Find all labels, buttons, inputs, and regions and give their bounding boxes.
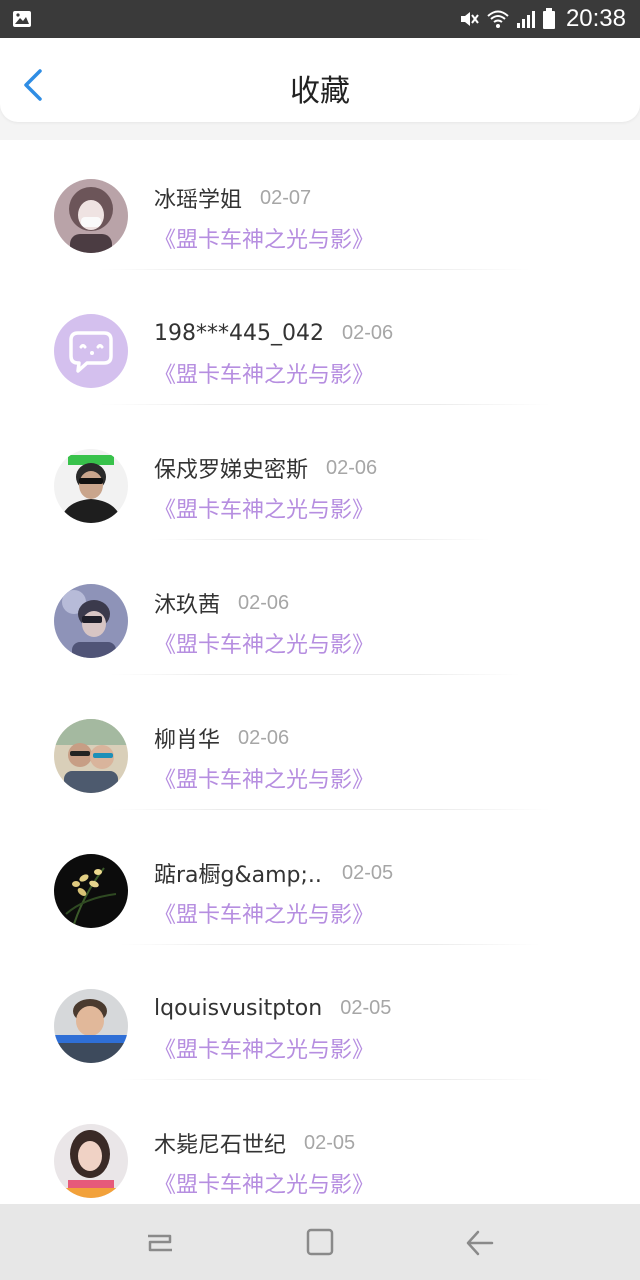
divider [120,1079,550,1080]
back-icon[interactable] [460,1226,500,1260]
avatar[interactable] [54,1124,128,1198]
avatar[interactable] [54,854,128,928]
list-item[interactable]: 保戍罗娣史密斯 02-06 《盟卡车神之光与影》 [0,410,640,545]
divider [110,674,520,675]
gallery-notification-icon [13,11,31,27]
favorite-date: 02-06 [342,321,394,344]
favorite-date: 02-06 [326,456,378,479]
avatar-man-photo [54,989,128,1063]
user-name: 198***445_042... [154,320,324,346]
user-name: 沐玖茜 [154,593,221,618]
favorite-title-link[interactable]: 《盟卡车神之光与影》 [154,492,374,524]
favorite-title-link[interactable]: 《盟卡车神之光与影》 [154,357,374,389]
avatar-girl-photo [54,179,128,253]
avatar-boy-photo [54,584,128,658]
favorite-title-link[interactable]: 《盟卡车神之光与影》 [154,762,374,794]
battery-icon [542,8,555,29]
user-name: lqouisvusitpton [154,995,323,1021]
mute-icon [460,12,479,26]
avatar-man-sunglasses [54,449,128,523]
status-time: 20:38 [565,5,626,32]
favorite-date: 02-05 [340,996,392,1019]
recent-apps-icon[interactable] [140,1226,180,1260]
favorite-title-link[interactable]: 《盟卡车神之光与影》 [154,897,374,929]
divider [100,404,550,405]
list-item[interactable]: 198***445_042... 02-06 《盟卡车神之光与影》 [0,275,640,410]
avatar-orchid-flower [54,854,128,928]
favorites-list: 冰瑶学姐 02-07 《盟卡车神之光与影》 198***445_042... 0… [0,140,640,1204]
favorite-date: 02-06 [238,726,290,749]
divider [150,539,490,540]
avatar-woman-photo [54,1124,128,1198]
home-icon[interactable] [300,1226,340,1260]
signal-icon [516,11,535,28]
avatar[interactable] [54,719,128,793]
wifi-icon [487,10,509,28]
avatar[interactable] [54,989,128,1063]
list-item[interactable]: 木毙尼石世纪 02-05 《盟卡车神之光与影》 [0,1085,640,1204]
default-chat-bubble-icon [54,314,128,388]
avatar[interactable] [54,314,128,388]
list-item[interactable]: lqouisvusitpton 02-05 《盟卡车神之光与影》 [0,950,640,1085]
avatar[interactable] [54,179,128,253]
list-item[interactable]: 冰瑶学姐 02-07 《盟卡车神之光与影》 [0,140,640,275]
avatar[interactable] [54,584,128,658]
user-name: 木毙尼石世纪 [154,1133,287,1158]
favorite-date: 02-07 [260,186,312,209]
page-title: 收藏 [290,74,350,109]
divider [120,944,540,945]
system-navigation-bar [0,1204,640,1280]
divider [100,269,530,270]
list-item[interactable]: 沐玖茜 02-06 《盟卡车神之光与影》 [0,545,640,680]
favorite-title-link[interactable]: 《盟卡车神之光与影》 [154,1167,374,1199]
user-name: 保戍罗娣史密斯 [154,458,309,483]
list-item[interactable]: 踮ra橱g&amp;... 02-05 《盟卡车神之光与影》 [0,815,640,950]
status-bar: 20:38 [0,0,640,38]
favorite-title-link[interactable]: 《盟卡车神之光与影》 [154,627,374,659]
avatar-two-people [54,719,128,793]
header: 收藏 [0,38,640,122]
favorite-date: 02-05 [342,861,394,884]
favorite-date: 02-05 [304,1131,356,1154]
favorite-date: 02-06 [238,591,290,614]
favorite-title-link[interactable]: 《盟卡车神之光与影》 [154,1032,374,1064]
user-name: 柳肖华 [154,728,221,753]
user-name: 踮ra橱g&amp;... [154,863,324,888]
avatar[interactable] [54,449,128,523]
divider [110,809,550,810]
list-item[interactable]: 柳肖华 02-06 《盟卡车神之光与影》 [0,680,640,815]
favorite-title-link[interactable]: 《盟卡车神之光与影》 [154,222,374,254]
user-name: 冰瑶学姐 [154,188,243,213]
